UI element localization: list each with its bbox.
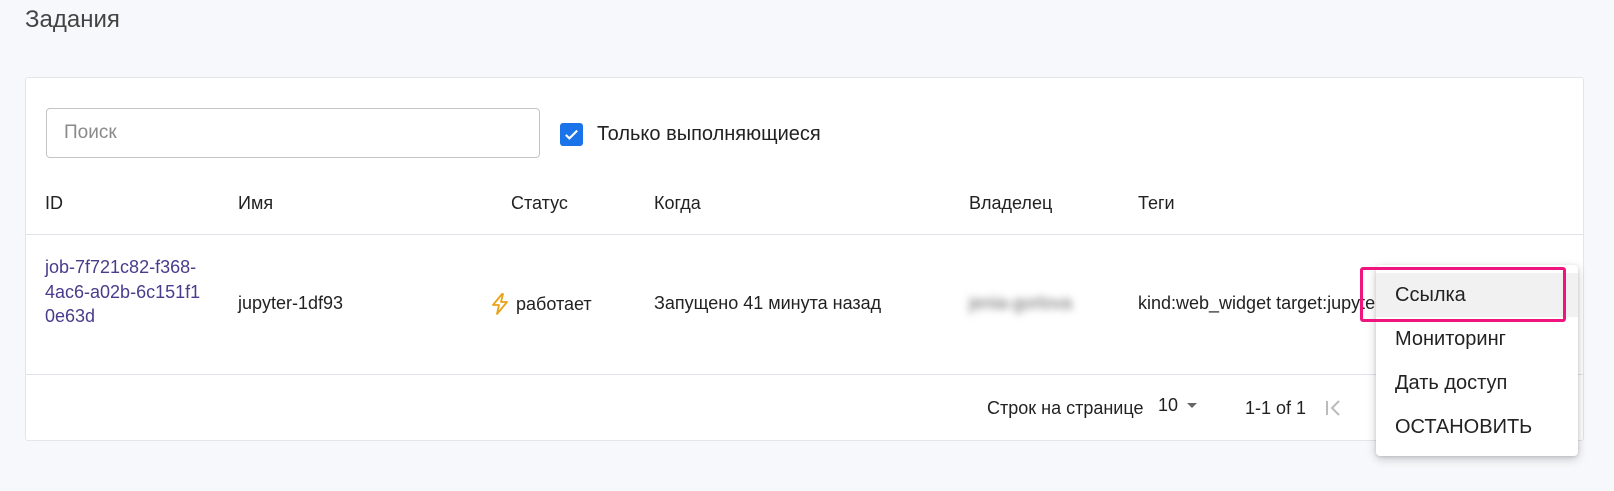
status-cell: работает (490, 293, 592, 315)
only-running-checkbox[interactable] (560, 123, 583, 146)
page-range: 1-1 of 1 (1245, 398, 1307, 418)
menu-item-monitoring[interactable]: Мониторинг (1376, 317, 1578, 361)
header-when[interactable]: Когда (654, 193, 701, 214)
pagination: Строк на странице 10 1-1 of 1 (26, 375, 1583, 441)
only-running-filter[interactable]: Только выполняющиеся (560, 123, 821, 146)
header-owner[interactable]: Владелец (969, 193, 1052, 214)
first-page-icon[interactable] (1324, 398, 1344, 418)
chevron-down-icon (1187, 402, 1198, 408)
job-tags: kind:web_widget target:jupyter (1138, 293, 1382, 313)
header-name[interactable]: Имя (238, 193, 273, 214)
search-input[interactable] (46, 108, 540, 158)
job-name: jupyter-1df93 (238, 293, 344, 313)
table-header: ID Имя Статус Когда Владелец Теги (26, 183, 1583, 235)
status-label: работает (516, 293, 592, 314)
jobs-card: Только выполняющиеся ID Имя Статус Когда… (25, 77, 1584, 441)
only-running-label: Только выполняющиеся (597, 123, 821, 145)
lightning-icon (492, 293, 508, 315)
job-id-link[interactable]: job-7f721c82-f368-4ac6-a02b-6c151f10e63d (45, 255, 205, 329)
page-title: Задания (25, 6, 120, 33)
owner-name: jenia-gorlova (969, 293, 1073, 313)
checkmark-icon (565, 129, 578, 140)
header-status[interactable]: Статус (511, 193, 568, 214)
table-row[interactable]: job-7f721c82-f368-4ac6-a02b-6c151f10e63d… (26, 235, 1583, 375)
rows-per-page-value: 10 (1158, 395, 1179, 415)
highlight-annotation (1360, 267, 1566, 322)
rows-per-page-label: Строк на странице (987, 398, 1144, 418)
header-id[interactable]: ID (45, 193, 63, 214)
rows-per-page-select[interactable]: 10 (1158, 395, 1198, 416)
started-time: Запущено 41 минута назад (654, 293, 882, 313)
menu-item-share-access[interactable]: Дать доступ (1376, 361, 1578, 405)
menu-item-stop[interactable]: ОСТАНОВИТЬ (1376, 405, 1578, 449)
header-tags[interactable]: Теги (1138, 193, 1175, 214)
